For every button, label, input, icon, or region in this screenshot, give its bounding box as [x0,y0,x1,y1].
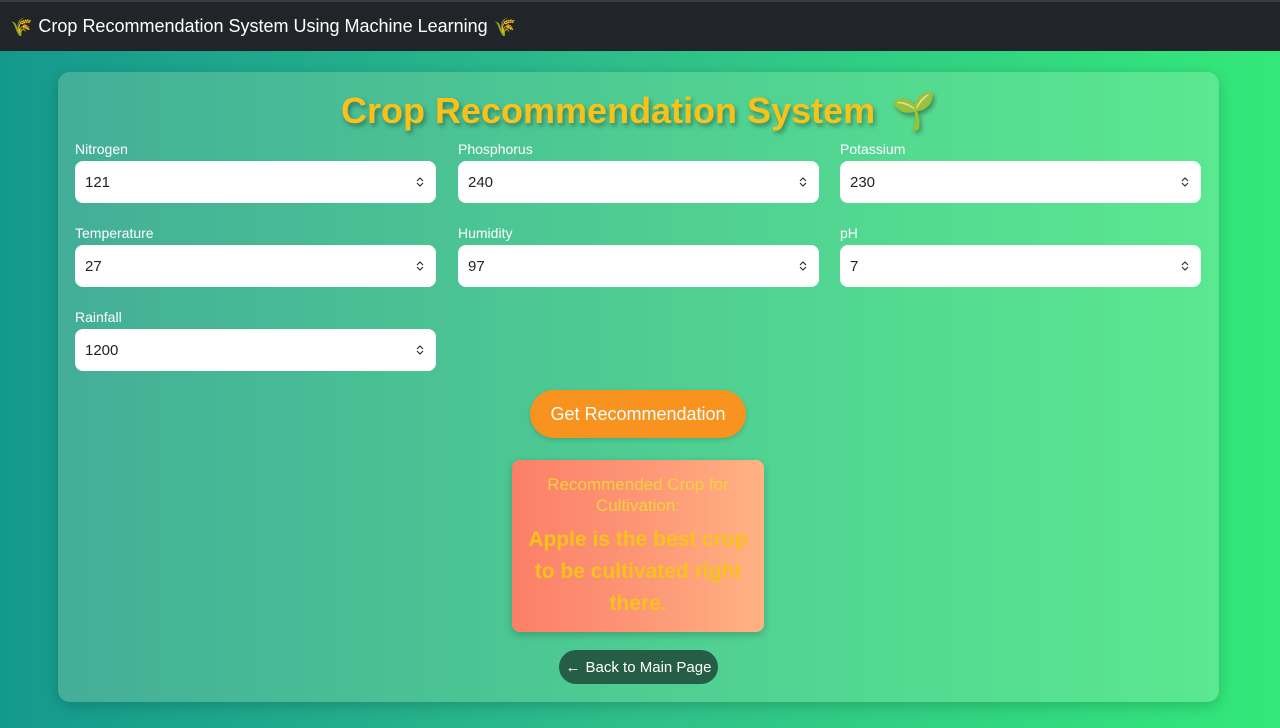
temperature-value: 27 [85,257,102,275]
potassium-input[interactable]: 230 [840,161,1201,203]
rainfall-input[interactable]: 1200 [75,329,436,371]
wheat-icon: 🌾 [493,16,517,37]
potassium-value: 230 [850,173,876,191]
humidity-input[interactable]: 97 [458,245,819,287]
arrow-left-icon: ← [565,658,581,676]
sprout-icon: 🌱 [891,90,936,131]
rainfall-value: 1200 [85,341,119,359]
top-navbar: 🌾 Crop Recommendation System Using Machi… [0,0,1280,51]
nitrogen-label: Nitrogen [75,141,128,157]
number-spinner-icon[interactable] [1181,175,1189,189]
page-title-text: Crop Recommendation System [341,90,876,131]
phosphorus-label: Phosphorus [458,141,533,157]
number-spinner-icon[interactable] [799,259,807,273]
wheat-icon: 🌾 [10,16,33,37]
ph-field-group: pH 7 [840,225,1201,287]
number-spinner-icon[interactable] [1181,259,1189,273]
number-spinner-icon[interactable] [416,343,424,357]
number-spinner-icon[interactable] [416,259,424,273]
potassium-label: Potassium [840,141,906,157]
result-heading: Recommended Crop for Cultivation: [547,475,729,515]
back-button-label: Back to Main Page [585,658,712,676]
temperature-field-group: Temperature 27 [75,225,436,287]
back-to-main-button[interactable]: ← Back to Main Page [559,650,718,684]
result-text: Apple is the best crop to be cultivated … [528,528,748,615]
humidity-value: 97 [468,257,485,275]
recommendation-card: Crop Recommendation System 🌱 Nitrogen 12… [58,72,1219,702]
app-title[interactable]: Crop Recommendation System Using Machine… [38,16,487,37]
rainfall-field-group: Rainfall 1200 [75,309,436,371]
humidity-field-group: Humidity 97 [458,225,819,287]
phosphorus-input[interactable]: 240 [458,161,819,203]
phosphorus-value: 240 [468,173,494,191]
rainfall-label: Rainfall [75,309,122,325]
nitrogen-input[interactable]: 121 [75,161,436,203]
number-spinner-icon[interactable] [799,175,807,189]
nitrogen-field-group: Nitrogen 121 [75,141,436,203]
ph-label: pH [840,225,858,241]
result-box: Recommended Crop for Cultivation: Apple … [512,460,764,632]
ph-input[interactable]: 7 [840,245,1201,287]
get-recommendation-button[interactable]: Get Recommendation [530,390,746,438]
nitrogen-value: 121 [85,173,111,191]
phosphorus-field-group: Phosphorus 240 [458,141,819,203]
ph-value: 7 [850,257,859,275]
humidity-label: Humidity [458,225,513,241]
number-spinner-icon[interactable] [416,175,424,189]
temperature-input[interactable]: 27 [75,245,436,287]
page-title: Crop Recommendation System 🌱 [58,90,1219,132]
temperature-label: Temperature [75,225,154,241]
potassium-field-group: Potassium 230 [840,141,1201,203]
